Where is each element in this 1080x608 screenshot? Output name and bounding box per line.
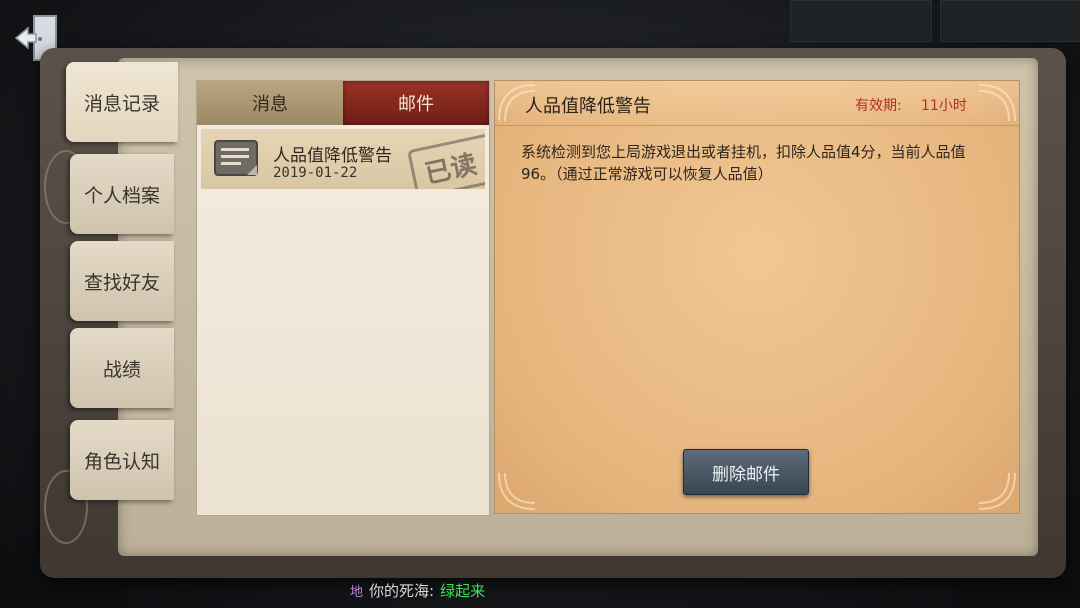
mail-item-date: 2019-01-22 xyxy=(273,165,358,181)
detail-header: 人品值降低警告 有效期: 11小时 xyxy=(495,81,1019,126)
corner-ornament xyxy=(498,472,536,510)
detail-title: 人品值降低警告 xyxy=(525,96,651,117)
mail-detail-panel: 人品值降低警告 有效期: 11小时 系统检测到您上局游戏退出或者挂机，扣除人品值… xyxy=(494,80,1020,514)
side-tab-label: 个人档案 xyxy=(83,184,160,207)
corner-ornament xyxy=(978,472,1016,510)
read-stamp: 已读 xyxy=(406,129,485,189)
mail-item-title: 人品值降低警告 xyxy=(273,146,392,166)
chat-message: 绿起来 xyxy=(440,582,486,600)
chat-channel: 地 xyxy=(350,585,364,600)
tab-label: 邮件 xyxy=(398,94,434,115)
mail-document-icon xyxy=(213,139,261,183)
background-panel xyxy=(790,0,932,42)
mail-list-panel: 消息 邮件 人品值降低警告 2019-01-22 已读 xyxy=(196,80,490,516)
side-tab-message-log[interactable]: 消息记录 xyxy=(66,62,178,142)
expiry-value: 11小时 xyxy=(921,98,967,114)
tab-message[interactable]: 消息 xyxy=(197,81,343,125)
side-tab-label: 角色认知 xyxy=(83,450,160,473)
mail-list-item[interactable]: 人品值降低警告 2019-01-22 已读 xyxy=(201,129,485,189)
chat-sender: 你的死海: xyxy=(369,582,435,600)
side-tab-label: 战绩 xyxy=(102,358,141,381)
tab-label: 消息 xyxy=(252,94,288,115)
list-tab-bar: 消息 邮件 xyxy=(197,81,489,125)
side-tab-profile[interactable]: 个人档案 xyxy=(70,154,174,234)
background-panel xyxy=(940,0,1080,42)
chat-message-line: 地 你的死海: 绿起来 xyxy=(350,580,485,601)
delete-mail-label: 删除邮件 xyxy=(712,464,780,485)
side-tab-label: 查找好友 xyxy=(83,271,160,294)
delete-mail-button[interactable]: 删除邮件 xyxy=(683,449,809,495)
side-tab-character[interactable]: 角色认知 xyxy=(70,420,174,500)
side-tab-find-friends[interactable]: 查找好友 xyxy=(70,241,174,321)
side-tab-record[interactable]: 战绩 xyxy=(70,328,174,408)
tab-mail[interactable]: 邮件 xyxy=(343,81,489,125)
read-stamp-text: 已读 xyxy=(422,149,480,189)
side-tab-label: 消息记录 xyxy=(83,92,160,115)
detail-body-text: 系统检测到您上局游戏退出或者挂机，扣除人品值4分，当前人品值96。（通过正常游戏… xyxy=(521,143,966,183)
expiry-label: 有效期: xyxy=(855,98,902,114)
